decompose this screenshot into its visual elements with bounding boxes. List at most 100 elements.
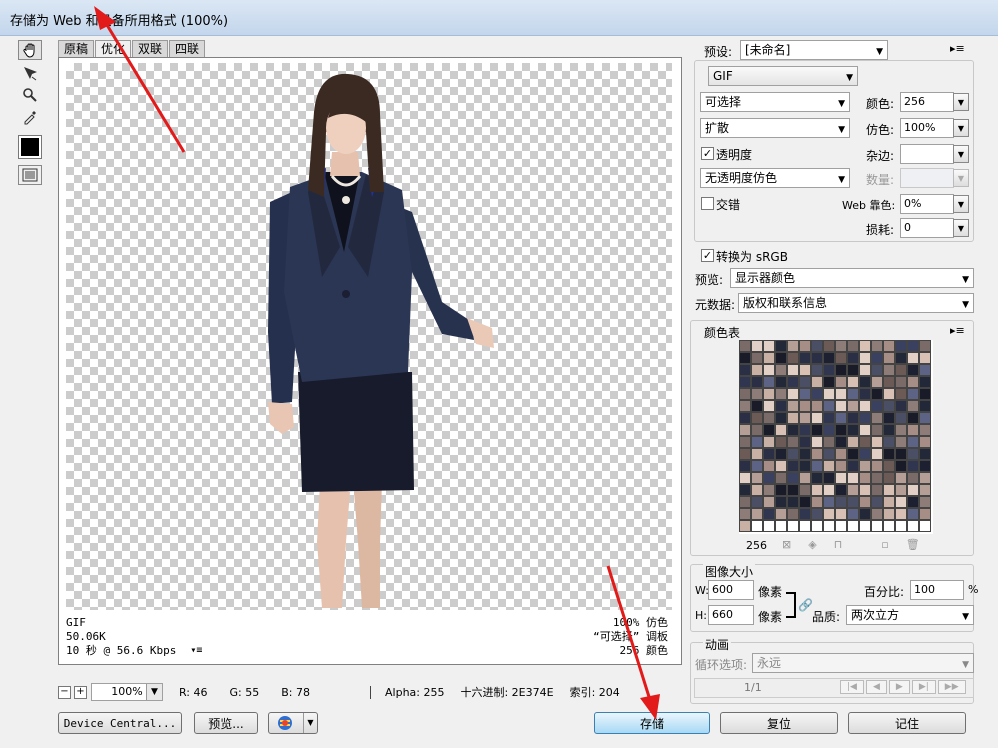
palette-swatch[interactable] [859, 352, 871, 364]
palette-swatch[interactable] [787, 340, 799, 352]
palette-swatch[interactable] [907, 352, 919, 364]
palette-swatch[interactable] [907, 472, 919, 484]
color-table-menu-icon[interactable]: ▸≡ [950, 324, 965, 337]
palette-swatch[interactable] [751, 400, 763, 412]
palette-swatch[interactable] [907, 412, 919, 424]
palette-swatch[interactable] [835, 508, 847, 520]
zoom-level-select[interactable]: 100% ▼ [91, 683, 163, 701]
palette-swatch[interactable] [907, 388, 919, 400]
palette-swatch[interactable] [739, 340, 751, 352]
palette-swatch[interactable] [787, 388, 799, 400]
palette-swatch[interactable] [799, 376, 811, 388]
palette-swatch[interactable] [835, 460, 847, 472]
palette-swatch[interactable] [811, 484, 823, 496]
palette-swatch[interactable] [919, 460, 931, 472]
transparency-checkbox[interactable]: ✓ [701, 147, 714, 160]
palette-swatch[interactable] [859, 460, 871, 472]
palette-swatch[interactable] [763, 508, 775, 520]
web-snap-field[interactable]: 0% [900, 194, 954, 214]
zoom-out-button[interactable]: − [58, 685, 71, 699]
dither-dropdown[interactable]: ▼ [953, 119, 969, 137]
palette-swatch[interactable] [763, 460, 775, 472]
palette-swatch[interactable] [895, 436, 907, 448]
palette-swatch[interactable] [835, 436, 847, 448]
palette-swatch[interactable] [811, 436, 823, 448]
palette-swatch[interactable] [871, 460, 883, 472]
palette-swatch[interactable] [751, 448, 763, 460]
palette-swatch[interactable] [775, 520, 787, 532]
palette-swatch[interactable] [775, 484, 787, 496]
palette-swatch[interactable] [907, 448, 919, 460]
palette-swatch[interactable] [775, 436, 787, 448]
palette-swatch[interactable] [847, 412, 859, 424]
palette-swatch[interactable] [847, 400, 859, 412]
palette-swatch[interactable] [883, 520, 895, 532]
palette-swatch[interactable] [847, 448, 859, 460]
palette-swatch[interactable] [907, 424, 919, 436]
convert-srgb-checkbox[interactable]: ✓ [701, 249, 714, 262]
palette-swatch[interactable] [775, 340, 787, 352]
palette-swatch[interactable] [763, 376, 775, 388]
palette-swatch[interactable] [883, 364, 895, 376]
palette-swatch[interactable] [739, 352, 751, 364]
palette-swatch[interactable] [859, 364, 871, 376]
palette-swatch[interactable] [787, 484, 799, 496]
height-field[interactable]: 660 [708, 605, 754, 625]
palette-swatch[interactable] [871, 340, 883, 352]
palette-swatch[interactable] [859, 424, 871, 436]
preset-select[interactable]: [未命名] ▼ [740, 40, 888, 60]
palette-swatch[interactable] [883, 460, 895, 472]
palette-swatch[interactable] [811, 472, 823, 484]
palette-swatch[interactable] [847, 352, 859, 364]
palette-swatch[interactable] [799, 400, 811, 412]
palette-swatch[interactable] [835, 424, 847, 436]
transparency-dither-select[interactable]: 无透明度仿色 ▼ [700, 168, 850, 188]
palette-swatch[interactable] [859, 508, 871, 520]
format-select[interactable]: GIF ▼ [708, 66, 858, 86]
delete-color-icon[interactable]: 🗑 [906, 538, 920, 551]
palette-swatch[interactable] [799, 520, 811, 532]
palette-swatch[interactable] [811, 412, 823, 424]
palette-swatch[interactable] [799, 340, 811, 352]
palette-swatch[interactable] [883, 424, 895, 436]
palette-swatch[interactable] [763, 340, 775, 352]
palette-swatch[interactable] [919, 352, 931, 364]
lossy-field[interactable]: 0 [900, 218, 954, 238]
palette-swatch[interactable] [871, 412, 883, 424]
palette-swatch[interactable] [751, 388, 763, 400]
dither-algorithm-select[interactable]: 扩散 ▼ [700, 118, 850, 138]
palette-swatch[interactable] [871, 448, 883, 460]
reset-button[interactable]: 复位 [720, 712, 838, 734]
palette-swatch[interactable] [895, 412, 907, 424]
palette-swatch[interactable] [763, 364, 775, 376]
matte-dropdown[interactable]: ▼ [953, 145, 969, 163]
palette-swatch[interactable] [811, 364, 823, 376]
matte-field[interactable] [900, 144, 954, 164]
palette-swatch[interactable] [799, 448, 811, 460]
palette-swatch[interactable] [895, 352, 907, 364]
palette-swatch[interactable] [871, 508, 883, 520]
palette-swatch[interactable] [799, 472, 811, 484]
palette-swatch[interactable] [835, 376, 847, 388]
palette-swatch[interactable] [895, 448, 907, 460]
palette-swatch[interactable] [751, 412, 763, 424]
palette-swatch[interactable] [907, 340, 919, 352]
palette-swatch[interactable] [847, 436, 859, 448]
palette-swatch[interactable] [895, 484, 907, 496]
palette-swatch[interactable] [823, 340, 835, 352]
palette-swatch[interactable] [775, 376, 787, 388]
metadata-select[interactable]: 版权和联系信息 ▼ [738, 293, 974, 313]
palette-swatch[interactable] [835, 340, 847, 352]
palette-swatch[interactable] [799, 424, 811, 436]
tab-2-up[interactable]: 双联 [132, 40, 169, 58]
eyedropper-color-swatch[interactable] [18, 135, 42, 159]
palette-swatch[interactable] [811, 352, 823, 364]
palette-swatch[interactable] [823, 484, 835, 496]
palette-swatch[interactable] [847, 388, 859, 400]
palette-swatch[interactable] [835, 472, 847, 484]
palette-swatch[interactable] [895, 472, 907, 484]
palette-swatch[interactable] [847, 472, 859, 484]
palette-swatch[interactable] [859, 388, 871, 400]
palette-swatch[interactable] [823, 496, 835, 508]
palette-swatch[interactable] [859, 448, 871, 460]
